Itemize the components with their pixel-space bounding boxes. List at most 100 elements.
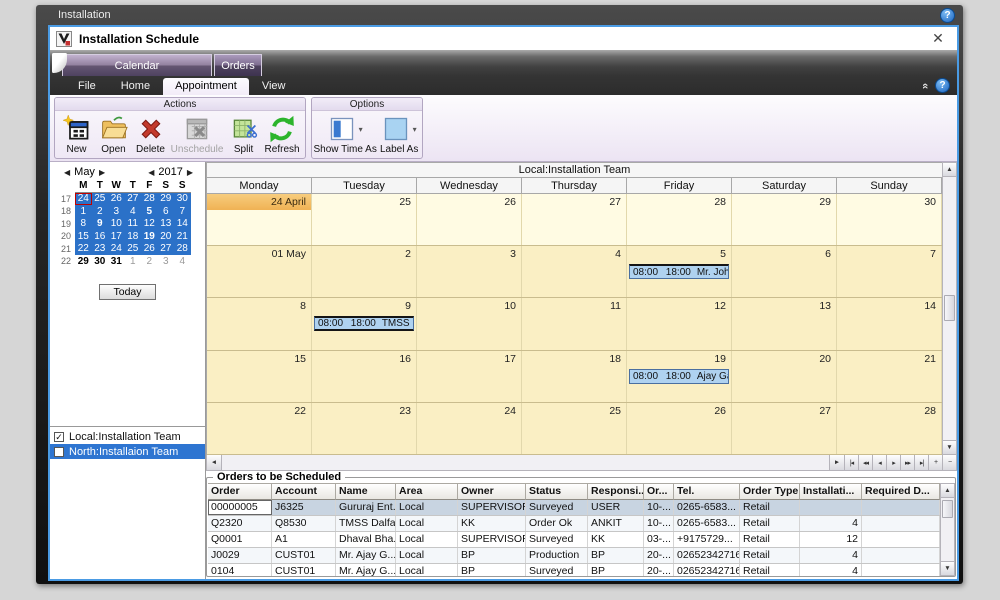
mini-calendar-day[interactable]: 28 xyxy=(174,243,191,256)
new-button[interactable]: New xyxy=(58,113,95,157)
appointment[interactable]: 08:00 18:00Ajay Gaut xyxy=(629,369,729,384)
record-nav-button[interactable]: ◂◂ xyxy=(858,455,872,470)
mini-calendar-day[interactable]: 4 xyxy=(125,205,142,218)
team-list-item[interactable]: North:Installaion Team xyxy=(50,444,205,459)
mini-calendar-day[interactable]: 25 xyxy=(125,243,142,256)
mini-calendar-day[interactable]: 19 xyxy=(141,230,158,243)
mini-calendar-day[interactable]: 29 xyxy=(75,255,92,268)
orders-column-header[interactable]: Owner xyxy=(458,483,526,500)
mini-calendar-day[interactable]: 1 xyxy=(75,205,92,218)
mini-calendar-day[interactable]: 16 xyxy=(92,230,109,243)
orders-scroll-track[interactable] xyxy=(941,498,954,561)
orders-column-header[interactable]: Area xyxy=(396,483,458,500)
mini-calendar-day[interactable]: 11 xyxy=(125,218,142,231)
calendar-day-cell[interactable]: 21 xyxy=(837,351,942,402)
mini-calendar-day[interactable]: 15 xyxy=(75,230,92,243)
collapse-ribbon-icon[interactable]: « xyxy=(919,82,931,88)
mini-calendar-day[interactable]: 23 xyxy=(92,243,109,256)
mini-calendar-day[interactable]: 6 xyxy=(158,205,175,218)
mini-calendar-day[interactable]: 20 xyxy=(158,230,175,243)
orders-column-header[interactable]: Or... xyxy=(644,483,674,500)
calendar-day-cell[interactable]: 8 xyxy=(207,298,312,349)
orders-column-header[interactable]: Required D... xyxy=(862,483,940,500)
calendar-day-cell[interactable]: 23 xyxy=(312,403,417,454)
calendar-day-cell[interactable]: 6 xyxy=(732,246,837,297)
orders-table-row[interactable]: Q0001A1Dhaval Bha...LocalSUPERVISORSurve… xyxy=(208,532,940,548)
record-nav-button[interactable]: ▸▸ xyxy=(900,455,914,470)
calendar-scroll-thumb[interactable] xyxy=(944,295,955,321)
mini-calendar-day[interactable]: 2 xyxy=(141,255,158,268)
calendar-day-cell[interactable]: 14 xyxy=(837,298,942,349)
mini-calendar-day[interactable]: 24 xyxy=(75,193,92,206)
orders-table-row[interactable]: 0104CUST01Mr. Ajay G...LocalBPSurveyedBP… xyxy=(208,564,940,576)
calendar-day-cell[interactable]: 24 xyxy=(417,403,522,454)
record-nav-button[interactable]: ▸| xyxy=(914,455,928,470)
unschedule-button[interactable]: Unschedule xyxy=(169,113,225,157)
calendar-day-cell[interactable]: 15 xyxy=(207,351,312,402)
mini-calendar-day[interactable]: 3 xyxy=(108,205,125,218)
scroll-right-icon[interactable]: ► xyxy=(829,455,844,470)
calendar-day-cell[interactable]: 10 xyxy=(417,298,522,349)
orders-scroll-thumb[interactable] xyxy=(942,500,953,518)
calendar-day-cell[interactable]: 13 xyxy=(732,298,837,349)
hscroll-track[interactable] xyxy=(222,455,829,470)
calendar-day-cell[interactable]: 11 xyxy=(522,298,627,349)
mini-calendar-day[interactable]: 30 xyxy=(174,193,191,206)
record-nav-button[interactable]: ▸ xyxy=(886,455,900,470)
label-as-button[interactable]: ▾ Label As xyxy=(379,113,419,157)
next-month-arrow-icon[interactable]: ▶ xyxy=(95,168,109,177)
calendar-day-cell[interactable]: 20 xyxy=(732,351,837,402)
calendar-scroll-track[interactable] xyxy=(943,177,956,440)
mini-calendar-day[interactable]: 26 xyxy=(141,243,158,256)
ribbon-tab-view[interactable]: View xyxy=(250,78,298,95)
next-year-arrow-icon[interactable]: ▶ xyxy=(183,168,197,177)
calendar-day-cell[interactable]: 25 xyxy=(522,403,627,454)
calendar-day-cell[interactable]: 27 xyxy=(522,194,627,245)
close-icon[interactable]: ✕ xyxy=(927,30,949,47)
orders-table-row[interactable]: 00000005J6325Gururaj Ent...LocalSUPERVIS… xyxy=(208,500,940,516)
mini-calendar-day[interactable]: 25 xyxy=(92,193,109,206)
orders-column-header[interactable]: Status xyxy=(526,483,588,500)
orders-column-header[interactable]: Order Type xyxy=(740,483,800,500)
calendar-day-cell[interactable]: 28 xyxy=(627,194,732,245)
calendar-day-cell[interactable]: 30 xyxy=(837,194,942,245)
scroll-down-icon[interactable]: ▼ xyxy=(943,440,956,454)
mini-calendar-day[interactable]: 27 xyxy=(158,243,175,256)
calendar-day-cell[interactable]: 7 xyxy=(837,246,942,297)
prev-year-arrow-icon[interactable]: ◀ xyxy=(144,168,158,177)
calendar-day-cell[interactable]: 26 xyxy=(417,194,522,245)
mini-calendar-day[interactable]: 8 xyxy=(75,218,92,231)
team-checkbox[interactable]: ✓ xyxy=(54,432,64,442)
scroll-left-icon[interactable]: ◄ xyxy=(207,455,222,470)
ribbon-tab-file[interactable]: File xyxy=(66,78,108,95)
calendar-day-cell[interactable]: 17 xyxy=(417,351,522,402)
orders-column-header[interactable]: Responsi... xyxy=(588,483,644,500)
mini-calendar-day[interactable]: 29 xyxy=(158,193,175,206)
team-list-item[interactable]: ✓Local:Installation Team xyxy=(50,429,205,444)
mini-calendar-day[interactable]: 17 xyxy=(108,230,125,243)
scroll-down-icon[interactable]: ▼ xyxy=(941,561,954,575)
record-nav-button[interactable]: |◂ xyxy=(844,455,858,470)
mini-calendar-day[interactable]: 1 xyxy=(125,255,142,268)
calendar-day-cell[interactable]: 01 May xyxy=(207,246,312,297)
prev-month-arrow-icon[interactable]: ◀ xyxy=(60,168,74,177)
orders-table-row[interactable]: J0029CUST01Mr. Ajay G...LocalBPProductio… xyxy=(208,548,940,564)
calendar-day-cell[interactable]: 25 xyxy=(312,194,417,245)
mini-calendar-day[interactable]: 4 xyxy=(174,255,191,268)
calendar-day-cell[interactable]: 2 xyxy=(312,246,417,297)
calendar-day-cell[interactable]: 22 xyxy=(207,403,312,454)
delete-button[interactable]: Delete xyxy=(132,113,169,157)
orders-column-header[interactable]: Installati... xyxy=(800,483,862,500)
calendar-day-cell[interactable]: 28 xyxy=(837,403,942,454)
orders-vertical-scrollbar[interactable]: ▲ ▼ xyxy=(940,483,955,576)
record-nav-button[interactable]: − xyxy=(942,455,956,470)
calendar-day-cell[interactable]: 29 xyxy=(732,194,837,245)
ribbon-tab-appointment[interactable]: Appointment xyxy=(163,78,249,95)
mini-calendar-day[interactable]: 2 xyxy=(92,205,109,218)
calendar-day-cell[interactable]: 3 xyxy=(417,246,522,297)
today-button[interactable]: Today xyxy=(99,284,155,300)
scroll-up-icon[interactable]: ▲ xyxy=(941,484,954,498)
appointment[interactable]: 08:00 18:00Mr. John D xyxy=(629,264,729,279)
mini-calendar-day[interactable]: 24 xyxy=(108,243,125,256)
mini-calendar-day[interactable]: 14 xyxy=(174,218,191,231)
